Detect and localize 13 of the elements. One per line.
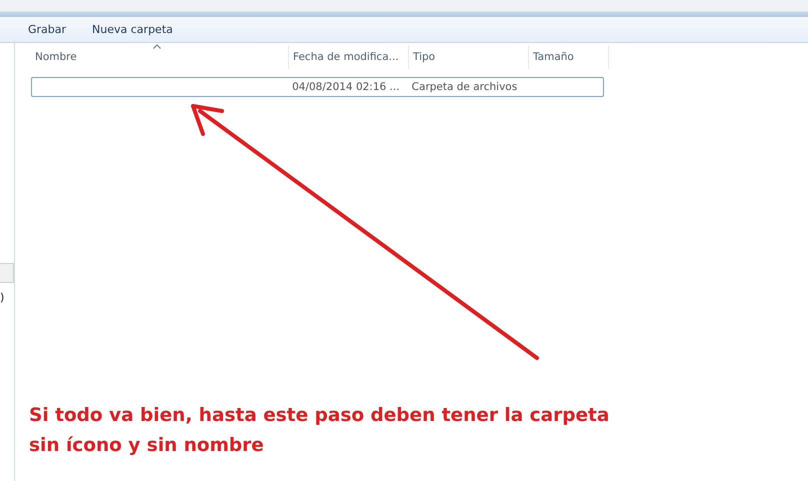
column-header[interactable]: Fecha de modifica... [289, 45, 409, 69]
annotation-text: sin ícono y sin nombre [29, 434, 265, 458]
type-cell-text: Carpeta de archivos [410, 81, 518, 93]
column-header[interactable]: Tamaño [529, 45, 609, 69]
column-header[interactable]: Nombre [31, 45, 289, 69]
column-header[interactable]: Tipo [409, 45, 529, 69]
toolbar-button[interactable]: Nueva carpeta [82, 20, 183, 39]
annotation-text: Si todo va bien, hasta este paso deben tener la carpeta [29, 404, 610, 428]
file-row[interactable]: 04/08/2014 02:16 ... Carpeta de archivos [31, 77, 604, 97]
truncated-text: ) [0, 291, 6, 304]
toolbar-button[interactable]: Grabar [18, 20, 76, 39]
date-cell-text: 04/08/2014 02:16 ... [291, 81, 401, 93]
pane-tab[interactable] [0, 263, 14, 283]
